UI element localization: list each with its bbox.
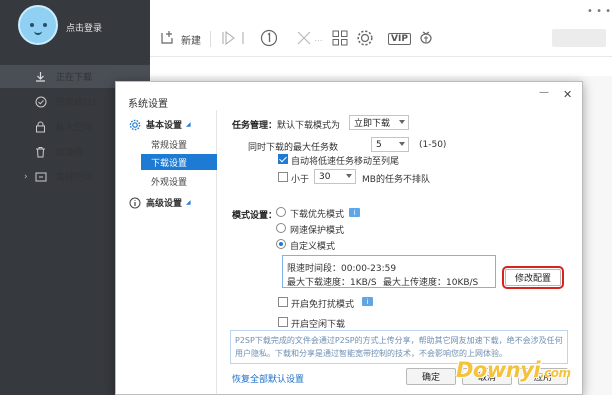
no-disturb-checkbox[interactable] [278,297,288,307]
settings-button[interactable] [356,29,374,50]
more-menu-icon[interactable]: • • • [587,6,611,17]
default-mode-text: 默认下载模式为 [277,121,341,131]
mode-option-label: 下载优先模式 [290,210,345,220]
close-icon[interactable]: ✕ [563,88,572,101]
watermark-suffix: .com [540,366,571,380]
nav-group-label: 高级设置 [146,199,183,209]
max-tasks-text: 同时下载的最大任务数 [248,143,339,153]
triangle-icon: ◢ [186,199,191,206]
chevron-down-icon [399,142,405,146]
grid-icon [332,30,348,49]
info-icon[interactable]: i [349,208,360,217]
modify-config-button[interactable]: 修改配置 [502,266,564,289]
pause-button[interactable] [240,30,250,48]
mode-radio-network-protect[interactable] [276,223,286,233]
mode-option-label: 自定义模式 [290,242,336,252]
new-task-button[interactable]: 新建 [160,30,201,48]
play-icon [220,30,236,49]
login-link[interactable]: 点击登录 [66,21,102,34]
delete-button[interactable] [296,30,312,48]
settings-nav: 基本设置 ◢ 常规设置 下载设置 外观设置 高级设置 ◢ [117,110,217,394]
ok-button[interactable]: 确定 [406,368,456,385]
small-task-size-select[interactable]: 30 [314,169,356,184]
chevron-down-icon [346,174,352,178]
small-task-prefix: 小于 [291,175,310,185]
auto-move-label: 自动将低速任务移动至列尾 [291,157,400,167]
nav-group-label: 基本设置 [146,121,183,131]
plus-square-icon [160,30,175,48]
divider [210,31,211,47]
small-task-checkbox[interactable] [278,172,288,182]
new-task-label: 新建 [181,35,201,47]
triangle-icon: ◢ [186,121,191,128]
mode-radio-download-first[interactable] [276,207,286,217]
sidebar-item-label: 垃圾箱 [56,148,84,158]
mode-option-label: 网速保护模式 [290,226,345,236]
close-icon [296,30,312,49]
vip-button[interactable]: VIP [388,30,411,48]
max-tasks-select[interactable]: 5 [371,137,409,152]
download-icon [34,70,47,83]
gear-icon [356,29,374,50]
auto-move-checkbox[interactable] [278,154,288,164]
toolbar: 新建 ... VIP [150,0,612,76]
vip-icon: VIP [388,33,411,45]
pause-icon [240,30,250,49]
dots-icon: ... [314,34,323,44]
check-circle-icon [34,95,47,108]
avatar-mouth [34,31,42,35]
info-circle-icon [129,197,141,209]
chevron-down-icon [399,120,405,124]
default-mode-select[interactable]: 立即下载 [349,115,409,130]
avatar[interactable] [18,5,58,45]
gear-icon [129,119,141,131]
sidebar-item-label: 已完成(1) [56,98,96,108]
search-input[interactable] [552,29,606,47]
nav-item-appearance[interactable]: 外观设置 [151,175,187,188]
sidebar-item-label: 离线空间 [56,173,93,183]
grid-button[interactable] [332,30,348,48]
lock-icon [34,120,47,133]
start-button[interactable] [220,30,236,48]
no-disturb-label: 开启免打扰模式 [291,300,355,310]
nav-group-advanced[interactable]: 高级设置 ◢ [129,196,191,209]
info-icon[interactable]: i [362,297,373,306]
number-one-circle-icon [260,29,278,50]
minimize-icon[interactable]: — [539,87,549,98]
max-tasks-value: 5 [376,139,382,150]
task-management-label: 任务管理： [232,121,278,131]
avatar-eye [30,23,34,27]
bag-button[interactable] [418,30,434,48]
speed-limit-box: 限速时间段：00:00-23:59 最大下载速度：1KB/S 最大上传速度：10… [282,255,496,288]
max-download-text: 最大下载速度：1KB/S [287,278,377,288]
small-task-size-value: 30 [319,171,331,182]
mode-radio-custom[interactable] [276,239,286,249]
cloud-icon [34,170,47,183]
max-tasks-range: (1-50) [419,140,447,150]
watermark-main: Downyi [456,358,541,382]
money-bag-icon [418,30,434,49]
single-task-button[interactable] [260,29,278,50]
nav-group-basic[interactable]: 基本设置 ◢ [129,118,191,131]
mode-settings-label: 模式设置： [232,211,278,221]
sidebar-item-label: 私人空间 [56,123,93,133]
watermark: Downyi.com [456,358,571,382]
idle-download-label: 开启空闲下载 [291,320,346,330]
nav-item-download[interactable]: 下载设置 [141,154,217,170]
dialog-title: 系统设置 [128,99,168,110]
sidebar-item-label: 正在下载 [56,73,93,83]
restore-defaults-link[interactable]: 恢复全部默认设置 [232,372,304,385]
trash-icon [34,145,47,158]
toolbar-divider [150,56,612,57]
default-mode-value: 立即下载 [354,119,391,129]
avatar-eye [43,23,47,27]
idle-download-checkbox[interactable] [278,317,288,327]
max-upload-text: 最大上传速度：10KB/S [383,278,479,288]
small-task-suffix: MB的任务不排队 [362,175,430,185]
nav-item-general[interactable]: 常规设置 [151,138,187,151]
more-dots-button[interactable]: ... [314,30,323,48]
speed-period-text: 限速时间段：00:00-23:59 [287,264,397,274]
chevron-right-icon[interactable]: › [24,172,28,182]
